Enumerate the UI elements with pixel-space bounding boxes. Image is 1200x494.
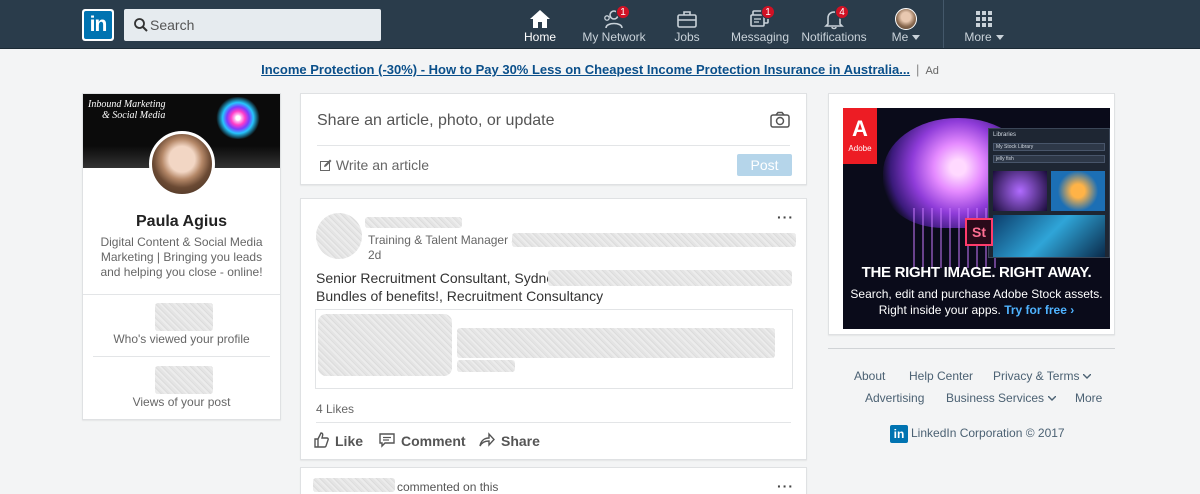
linkedin-footer-logo: in: [890, 425, 908, 443]
profile-views-label[interactable]: Who's viewed your profile: [83, 332, 280, 346]
redacted-link-title: [457, 328, 775, 358]
redacted-company: [512, 233, 796, 247]
fireworks-graphic: [210, 97, 266, 139]
shared-link-preview[interactable]: [315, 309, 793, 389]
ad-separator: |: [916, 62, 920, 77]
linkedin-logo[interactable]: in: [82, 9, 114, 41]
ad-headline: THE RIGHT IMAGE. RIGHT AWAY.: [861, 264, 1092, 281]
nav-jobs[interactable]: Jobs: [662, 0, 712, 48]
chevron-down-icon: [912, 35, 921, 41]
adobe-logo: A Adobe: [843, 108, 877, 164]
messaging-badge: 1: [761, 5, 775, 19]
post-more-menu[interactable]: ···: [777, 209, 794, 225]
ad-image: A Adobe Libraries My Stock Library jelly …: [843, 108, 1110, 329]
likes-count[interactable]: 4 Likes: [316, 402, 354, 416]
post-author-subtitle: Training & Talent Manager at: [368, 233, 522, 247]
profile-name[interactable]: Paula Agius: [83, 213, 280, 231]
grid-icon: [976, 11, 992, 27]
top-navigation-bar: in Home 1 My Network Jobs 1 Messaging 4 …: [0, 0, 1200, 49]
notifications-badge: 4: [835, 5, 849, 19]
footer-link-about[interactable]: About: [854, 369, 885, 383]
divider: [317, 145, 790, 146]
post-views-label[interactable]: Views of your post: [83, 395, 280, 409]
post-actions: Like Comment Share: [301, 423, 806, 459]
post-button[interactable]: Post: [737, 154, 792, 176]
nav-more-label: More: [960, 30, 1008, 44]
share-arrow-icon: [479, 432, 495, 447]
like-button[interactable]: Like: [313, 432, 363, 449]
post-time: 2d: [368, 248, 382, 262]
feed-post-next: commented on this ···: [300, 467, 807, 494]
search-icon: [134, 18, 148, 32]
adobe-stock-ad[interactable]: A Adobe Libraries My Stock Library jelly …: [828, 93, 1115, 335]
footer-link-advertising[interactable]: Advertising: [865, 391, 924, 405]
nav-messaging-label: Messaging: [730, 30, 790, 44]
nav-home[interactable]: Home: [512, 0, 568, 48]
comment-icon: [379, 433, 395, 448]
linkedin-in-icon: in: [84, 11, 112, 39]
profile-card: Inbound Marketing & Social Media Paula Ag…: [82, 93, 281, 420]
feed-post: ··· Training & Talent Manager at 2d Seni…: [300, 198, 807, 460]
nav-messaging[interactable]: 1 Messaging: [728, 0, 792, 48]
cover-text: Inbound Marketing & Social Media: [88, 99, 166, 121]
post-author-avatar[interactable]: [316, 213, 362, 259]
post-body-line-2: Bundles of benefits!, Recruitment Consul…: [316, 288, 604, 304]
ad-link[interactable]: Income Protection (-30%) - How to Pay 30…: [261, 62, 910, 77]
footer-link-privacy-terms[interactable]: Privacy & Terms: [993, 369, 1092, 383]
search-input[interactable]: [150, 9, 375, 41]
nav-notifications[interactable]: 4 Notifications: [800, 0, 868, 48]
ad-label: Ad: [925, 65, 939, 77]
nav-notifications-label: Notifications: [801, 30, 867, 44]
write-article-link[interactable]: Write an article: [320, 157, 429, 173]
nav-jobs-label: Jobs: [674, 30, 700, 44]
search-box[interactable]: [124, 9, 381, 41]
chevron-down-icon: [1083, 374, 1092, 380]
nav-me[interactable]: Me: [884, 0, 928, 48]
footer-link-more[interactable]: More: [1075, 391, 1102, 405]
share-prompt[interactable]: Share an article, photo, or update: [317, 112, 555, 130]
chevron-down-icon: [995, 35, 1004, 41]
post-body-line-1: Senior Recruitment Consultant, Sydney,: [316, 270, 564, 286]
divider: [93, 356, 270, 357]
comment-button[interactable]: Comment: [379, 433, 466, 449]
redacted-post-views-count: [155, 366, 213, 394]
ad-subline: Search, edit and purchase Adobe Stock as…: [850, 287, 1103, 317]
profile-avatar[interactable]: [149, 131, 215, 197]
libraries-panel-graphic: Libraries My Stock Library jelly fish: [988, 128, 1110, 258]
sponsored-ad-line: Income Protection (-30%) - How to Pay 30…: [0, 62, 1200, 77]
redacted-link-thumbnail: [318, 314, 452, 376]
footer-link-business-services[interactable]: Business Services: [946, 391, 1057, 405]
redacted-author-name: [365, 217, 462, 228]
redacted-commenter-name: [313, 478, 395, 492]
pencil-icon: [320, 159, 332, 171]
me-avatar: [895, 8, 917, 30]
stock-app-icon: St: [965, 218, 993, 246]
footer-divider: [828, 348, 1115, 349]
redacted-profile-views-count: [155, 303, 213, 331]
profile-headline: Digital Content & Social Media Marketing…: [100, 235, 263, 279]
thumbs-up-icon: [314, 432, 329, 448]
nav-my-network-label: My Network: [582, 30, 646, 44]
footer-copyright: in LinkedIn Corporation © 2017: [890, 425, 1065, 443]
commented-on-text: commented on this: [397, 480, 499, 494]
nav-home-label: Home: [523, 30, 556, 44]
nav-my-network[interactable]: 1 My Network: [578, 0, 650, 48]
divider: [83, 294, 280, 295]
try-free-link[interactable]: Try for free ›: [1004, 303, 1074, 317]
my-network-badge: 1: [616, 5, 630, 19]
share-box: Share an article, photo, or update Write…: [300, 93, 807, 185]
redacted-body-text: [548, 270, 792, 286]
home-icon: [530, 10, 550, 28]
camera-icon[interactable]: [770, 111, 790, 129]
nav-more[interactable]: More: [960, 0, 1008, 48]
share-button[interactable]: Share: [479, 432, 540, 449]
nav-divider: [943, 0, 944, 48]
footer-link-help-center[interactable]: Help Center: [909, 369, 973, 383]
post-more-menu[interactable]: ···: [777, 478, 794, 494]
chevron-down-icon: [1048, 396, 1057, 402]
redacted-link-source: [457, 360, 515, 372]
nav-me-label: Me: [884, 30, 928, 44]
briefcase-icon: [677, 11, 697, 28]
